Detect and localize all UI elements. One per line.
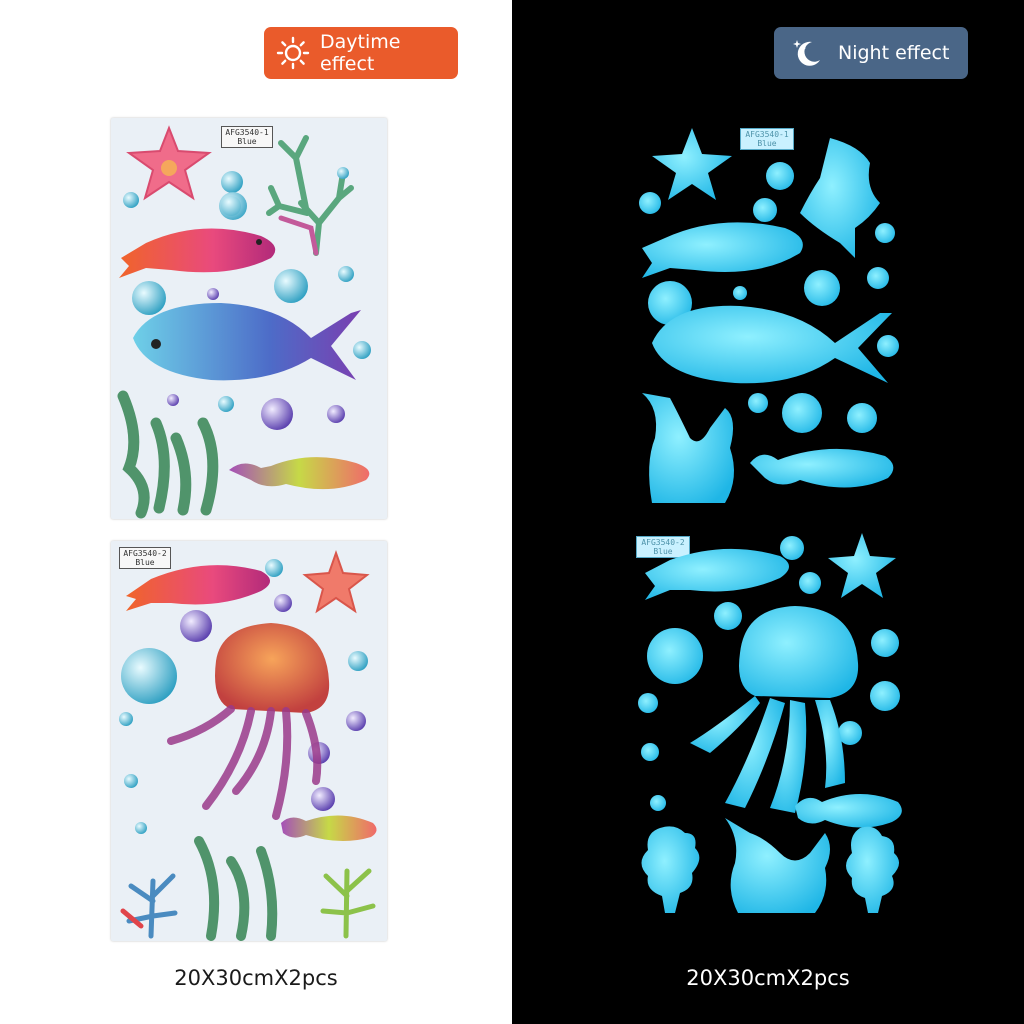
- size-caption-day: 20X30cmX2pcs: [174, 966, 338, 990]
- fish-sticker-small: [795, 794, 902, 828]
- coral-sticker: [126, 873, 178, 939]
- coral-sticker-green: [320, 868, 376, 939]
- seaweed-sticker: [194, 836, 278, 941]
- sticker-sheet-day-1: AFG3540-1 Blue: [111, 118, 387, 519]
- sea-stickers-day-1: [117, 125, 371, 519]
- night-effect-badge: Night effect: [774, 27, 968, 79]
- sea-stickers-night-2: [638, 533, 902, 913]
- sticker-sheet-day-2: AFG3540-2 Blue: [111, 541, 387, 941]
- daytime-effect-label: Daytime effect: [320, 31, 401, 75]
- sun-icon: [276, 36, 310, 70]
- fish-sticker-orange: [119, 228, 276, 278]
- starfish-sticker: [652, 128, 732, 200]
- starfish-sticker: [828, 533, 896, 598]
- fish-sticker-orange: [126, 565, 270, 611]
- sea-stickers-night-1: [639, 128, 899, 503]
- fish-sticker-blue: [642, 222, 803, 278]
- daytime-panel: Daytime effect AFG3540-1 Blue AFG3540-2 …: [0, 0, 512, 1024]
- size-caption-night: 20X30cmX2pcs: [686, 966, 850, 990]
- seaweed-sticker: [117, 390, 219, 519]
- coral-sticker: [800, 138, 880, 258]
- fish-sticker-blue: [645, 548, 789, 600]
- daytime-effect-badge: Daytime effect: [264, 27, 458, 79]
- fish-sticker-small: [281, 815, 377, 842]
- night-panel: Night effect AFG3540-1 Blue AFG3540-2 Bl…: [512, 0, 1024, 1024]
- sticker-sheet-night-2: AFG3540-2 Blue: [630, 528, 906, 928]
- seaweed-sticker: [642, 393, 734, 503]
- sea-stickers-day-2: [119, 549, 377, 941]
- fish-sticker-big: [652, 305, 892, 384]
- jellyfish-sticker: [167, 623, 330, 820]
- night-effect-label: Night effect: [838, 42, 950, 64]
- coral-sticker-right: [846, 826, 900, 913]
- fish-sticker-blue: [133, 303, 361, 381]
- seaweed-sticker: [725, 818, 830, 913]
- coral-sticker: [266, 135, 354, 256]
- jellyfish-sticker: [690, 606, 859, 813]
- fish-sticker-small: [750, 448, 894, 488]
- moon-stars-icon: [793, 40, 820, 66]
- fish-sticker-small: [229, 457, 370, 490]
- coral-sticker: [641, 826, 700, 913]
- starfish-sticker: [302, 549, 370, 614]
- sticker-sheet-night-1: AFG3540-1 Blue: [630, 118, 906, 508]
